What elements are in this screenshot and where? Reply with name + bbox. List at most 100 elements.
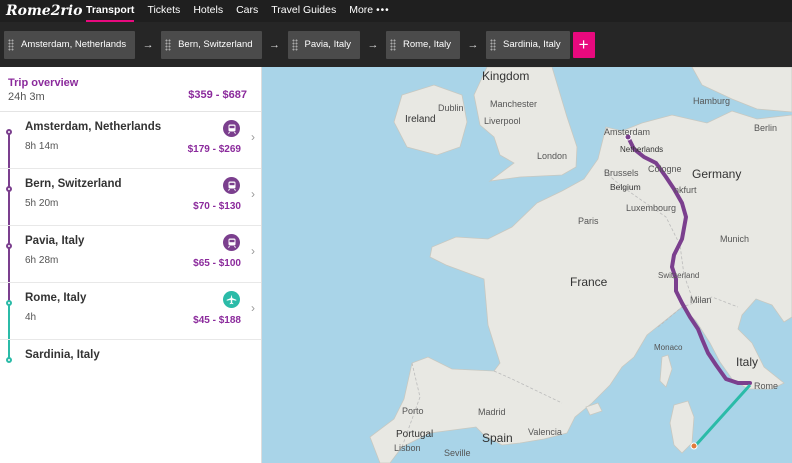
trip-overview[interactable]: Trip overview 24h 3m $359 - $687 <box>0 67 261 112</box>
map-label-monaco: Monaco <box>654 343 683 352</box>
drag-handle-icon[interactable] <box>390 38 396 51</box>
stop-label: Pavia, Italy <box>304 39 351 50</box>
segment-city: Bern, Switzerland <box>25 178 122 190</box>
plane-icon <box>223 291 240 308</box>
nav-travel-guides[interactable]: Travel Guides <box>271 0 336 22</box>
map-label-rome: Rome <box>754 381 779 391</box>
map-label-munich: Munich <box>720 234 750 244</box>
map-label-ireland: Ireland <box>405 114 436 125</box>
map-label-france: France <box>570 275 608 289</box>
chevron-right-icon[interactable]: › <box>251 301 255 315</box>
map-label-lisbon: Lisbon <box>394 443 421 453</box>
segment-duration: 4h <box>25 312 37 323</box>
map-label-berlin: Berlin <box>754 123 778 133</box>
map-label-germany: Germany <box>692 167 742 181</box>
map-label-amsterdam: Amsterdam <box>604 127 651 137</box>
nav-tickets[interactable]: Tickets <box>147 0 180 22</box>
nav-cars[interactable]: Cars <box>236 0 258 22</box>
map-label-luxembourg: Luxembourg <box>626 203 677 213</box>
drag-handle-icon[interactable] <box>291 38 298 51</box>
segment-price: $65 - $100 <box>193 258 241 269</box>
top-nav-bar: Rome2rio Transport Tickets Hotels Cars T… <box>0 0 792 22</box>
map-label-cologne: Cologne <box>648 164 682 174</box>
nav-more[interactable]: More ••• <box>349 0 389 22</box>
chevron-right-icon[interactable]: › <box>251 187 255 201</box>
segment-row[interactable]: Amsterdam, Netherlands 8h 14m $179 - $26… <box>0 112 261 169</box>
segment-price: $45 - $188 <box>193 315 241 326</box>
stop-dot <box>6 300 12 306</box>
main-nav: Transport Tickets Hotels Cars Travel Gui… <box>86 0 403 22</box>
map-label-brussels: Brussels <box>604 168 639 178</box>
segment-city: Pavia, Italy <box>25 235 85 247</box>
map-label-manchester: Manchester <box>490 99 538 109</box>
map-label-london: London <box>537 151 568 161</box>
stop-dot <box>6 186 12 192</box>
trip-overview-title: Trip overview <box>8 77 79 89</box>
map-label-spain: Spain <box>482 431 513 445</box>
arrow-right-icon: → <box>142 38 154 51</box>
drag-handle-icon[interactable] <box>165 38 172 51</box>
segment-duration: 8h 14m <box>25 141 59 152</box>
trip-sidebar: Trip overview 24h 3m $359 - $687 Amsterd… <box>0 67 262 463</box>
chevron-right-icon[interactable]: › <box>251 244 255 258</box>
stop-chip[interactable]: Bern, Switzerland <box>161 30 262 59</box>
segment-duration: 5h 20m <box>25 198 59 209</box>
arrow-right-icon: → <box>367 38 379 51</box>
map-label-kingdom: Kingdom <box>482 69 530 83</box>
nav-more-label: More <box>349 4 374 16</box>
map-label-milan: Milan <box>690 295 712 305</box>
rome2rio-logo[interactable]: Rome2rio <box>6 3 86 19</box>
map-label-paris: Paris <box>578 216 599 226</box>
stop-chip[interactable]: Amsterdam, Netherlands <box>4 30 136 59</box>
stop-chip[interactable]: Rome, Italy <box>386 30 461 59</box>
map-label-belgium: Belgium <box>610 182 641 192</box>
map-label-seville: Seville <box>444 448 471 458</box>
drag-handle-icon[interactable] <box>8 38 14 51</box>
stop-dot <box>6 129 12 135</box>
train-icon <box>223 177 240 194</box>
map-label-hamburg: Hamburg <box>693 96 731 106</box>
add-stop-button[interactable]: + <box>572 31 595 58</box>
stop-dot <box>6 243 12 249</box>
map-label-portugal: Portugal <box>396 429 434 440</box>
segment-row[interactable]: Sardinia, Italy <box>0 340 261 397</box>
map-label-valencia: Valencia <box>528 427 562 437</box>
segment-row[interactable]: Bern, Switzerland 5h 20m $70 - $130 › <box>0 169 261 226</box>
stop-label: Bern, Switzerland <box>178 39 253 50</box>
segment-price: $70 - $130 <box>193 201 241 212</box>
more-dots-icon: ••• <box>376 5 390 16</box>
chevron-right-icon[interactable]: › <box>251 130 255 144</box>
stop-chip[interactable]: Pavia, Italy <box>287 30 360 59</box>
segment-city: Sardinia, Italy <box>25 349 100 361</box>
map-canvas[interactable] <box>262 67 792 463</box>
stop-label: Sardinia, Italy <box>503 39 561 50</box>
stop-chip[interactable]: Sardinia, Italy <box>486 30 570 59</box>
stop-dot <box>6 357 12 363</box>
segment-row[interactable]: Rome, Italy 4h $45 - $188 › <box>0 283 261 340</box>
stop-label: Amsterdam, Netherlands <box>21 39 127 50</box>
map-label-dublin: Dublin <box>438 103 464 113</box>
map-label-madrid: Madrid <box>478 407 506 417</box>
train-icon <box>223 120 240 137</box>
segment-duration: 6h 28m <box>25 255 59 266</box>
flight-route-line <box>694 383 752 447</box>
trip-total-price: $359 - $687 <box>188 89 247 101</box>
map-label-frankfurt: nkfurt <box>674 185 697 195</box>
route-stops-bar: Amsterdam, Netherlands → Bern, Switzerla… <box>0 22 792 67</box>
map-label-netherlands: Netherlands <box>620 145 664 154</box>
route-map[interactable]: Kingdom Ireland Dublin Manchester Liverp… <box>262 67 792 463</box>
map-label-porto: Porto <box>402 406 424 416</box>
map-label-switzerland: Switzerland <box>658 271 700 280</box>
segment-price: $179 - $269 <box>187 144 241 155</box>
arrow-right-icon: → <box>467 38 479 51</box>
nav-hotels[interactable]: Hotels <box>193 0 223 22</box>
segment-row[interactable]: Pavia, Italy 6h 28m $65 - $100 › <box>0 226 261 283</box>
segment-city: Amsterdam, Netherlands <box>25 121 162 133</box>
train-icon <box>223 234 240 251</box>
map-label-italy: Italy <box>736 355 759 369</box>
segment-city: Rome, Italy <box>25 292 87 304</box>
nav-transport[interactable]: Transport <box>86 0 135 22</box>
map-label-liverpool: Liverpool <box>484 116 521 126</box>
arrow-right-icon: → <box>269 38 281 51</box>
drag-handle-icon[interactable] <box>490 38 497 51</box>
